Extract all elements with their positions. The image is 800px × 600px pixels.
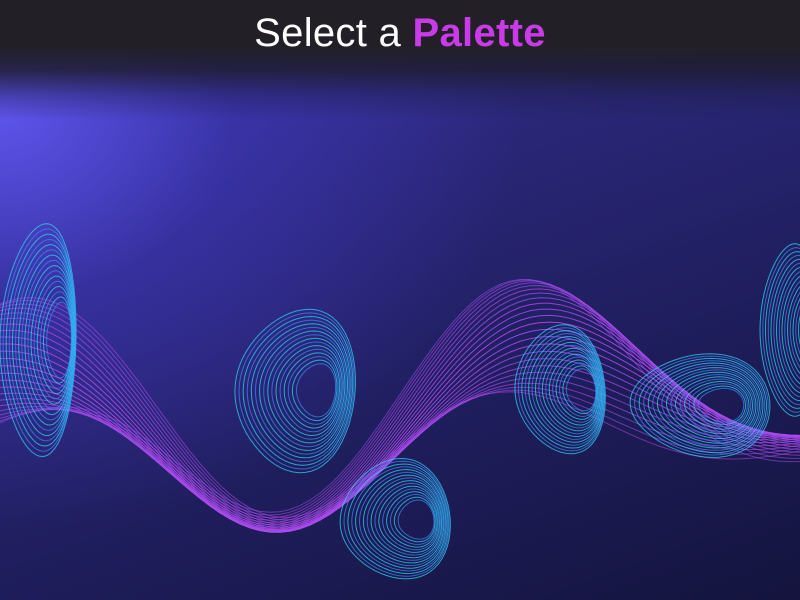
violet-wave-line [0, 307, 800, 525]
cyan-wave-line [287, 355, 339, 425]
violet-wave-line [0, 343, 800, 533]
violet-wave-line [0, 302, 800, 531]
title-prefix: Select a [254, 11, 402, 55]
palette-screen: Select a Palette [0, 0, 800, 600]
violet-wave-line [0, 292, 800, 528]
violet-wave-line [0, 321, 800, 533]
cyan-wave-line [295, 363, 337, 418]
violet-wave-line [0, 336, 800, 533]
cyan-wave-lines [0, 223, 800, 580]
page-title: Select a Palette [0, 8, 800, 58]
cyan-wave-line [397, 499, 435, 540]
cyan-wave-line [767, 254, 800, 406]
cyan-wave-line [358, 471, 446, 567]
title-highlight: Palette [412, 11, 546, 55]
wave-artwork [0, 223, 800, 580]
violet-wave-line [0, 335, 800, 533]
cyan-wave-line [389, 494, 437, 545]
